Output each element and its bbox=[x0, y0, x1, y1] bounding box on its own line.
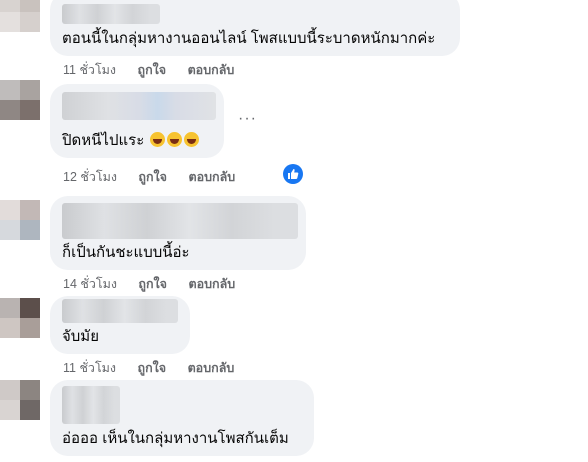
laughing-emoji bbox=[167, 132, 183, 147]
thumbs-up-icon bbox=[288, 169, 299, 179]
reply-button[interactable]: ตอบกลับ bbox=[188, 63, 235, 77]
comment-bubble: ก็เป็นกันชะแบบนี้อ่ะ bbox=[50, 196, 306, 270]
blurred-author-name[interactable] bbox=[62, 299, 178, 323]
timestamp[interactable]: 12 ชั่วโมง bbox=[63, 170, 117, 184]
avatar[interactable] bbox=[0, 80, 40, 120]
reply-button[interactable]: ตอบกลับ bbox=[188, 277, 235, 291]
comment-text: จับมัย bbox=[62, 328, 99, 345]
timestamp[interactable]: 14 ชั่วโมง bbox=[63, 277, 117, 291]
blurred-author-name[interactable] bbox=[62, 203, 298, 239]
like-button[interactable]: ถูกใจ bbox=[138, 361, 167, 375]
comment-text: ก็เป็นกันชะแบบนี้อ่ะ bbox=[62, 244, 190, 261]
avatar[interactable] bbox=[0, 0, 40, 32]
reply-button[interactable]: ตอบกลับ bbox=[188, 170, 235, 184]
comment-bubble: ปิดหนีไปแระ bbox=[50, 84, 224, 158]
blurred-author-name[interactable] bbox=[62, 386, 120, 424]
like-reaction-icon[interactable] bbox=[283, 164, 303, 184]
timestamp[interactable]: 11 ชั่วโมง bbox=[63, 63, 116, 77]
avatar[interactable] bbox=[0, 298, 40, 338]
blurred-author-name[interactable] bbox=[62, 92, 216, 120]
comment-bubble: ตอนนี้ในกลุ่มหางานออนไลน์ โพสแบบนี้ระบาด… bbox=[50, 0, 460, 56]
timestamp[interactable]: 11 ชั่วโมง bbox=[63, 361, 116, 375]
comment-actions: 11 ชั่วโมง ถูกใจ ตอบกลับ bbox=[63, 360, 252, 376]
avatar[interactable] bbox=[0, 200, 40, 240]
comment-bubble: จับมัย bbox=[50, 296, 190, 354]
comment-actions: 14 ชั่วโมง ถูกใจ ตอบกลับ bbox=[63, 276, 253, 292]
like-button[interactable]: ถูกใจ bbox=[138, 170, 167, 184]
comment-actions: 11 ชั่วโมง ถูกใจ ตอบกลับ bbox=[63, 62, 252, 78]
laughing-emoji bbox=[150, 132, 166, 147]
comment-text: ปิดหนีไปแระ bbox=[62, 131, 200, 151]
comment-text: อ่อออ เห็นในกลุ่มหางานโพสกันเต็ม bbox=[62, 430, 289, 447]
laughing-emoji bbox=[184, 132, 200, 147]
comment-bubble: อ่อออ เห็นในกลุ่มหางานโพสกันเต็ม bbox=[50, 380, 314, 456]
like-button[interactable]: ถูกใจ bbox=[138, 277, 167, 291]
avatar[interactable] bbox=[0, 380, 40, 420]
reply-button[interactable]: ตอบกลับ bbox=[188, 361, 235, 375]
more-options-icon[interactable]: ··· bbox=[238, 110, 257, 128]
comment-text-content: ปิดหนีไปแระ bbox=[62, 132, 145, 149]
comment-text: ตอนนี้ในกลุ่มหางานออนไลน์ โพสแบบนี้ระบาด… bbox=[62, 30, 436, 47]
like-button[interactable]: ถูกใจ bbox=[138, 63, 167, 77]
blurred-author-name[interactable] bbox=[62, 4, 160, 24]
comment-actions: 12 ชั่วโมง ถูกใจ ตอบกลับ bbox=[63, 169, 253, 185]
